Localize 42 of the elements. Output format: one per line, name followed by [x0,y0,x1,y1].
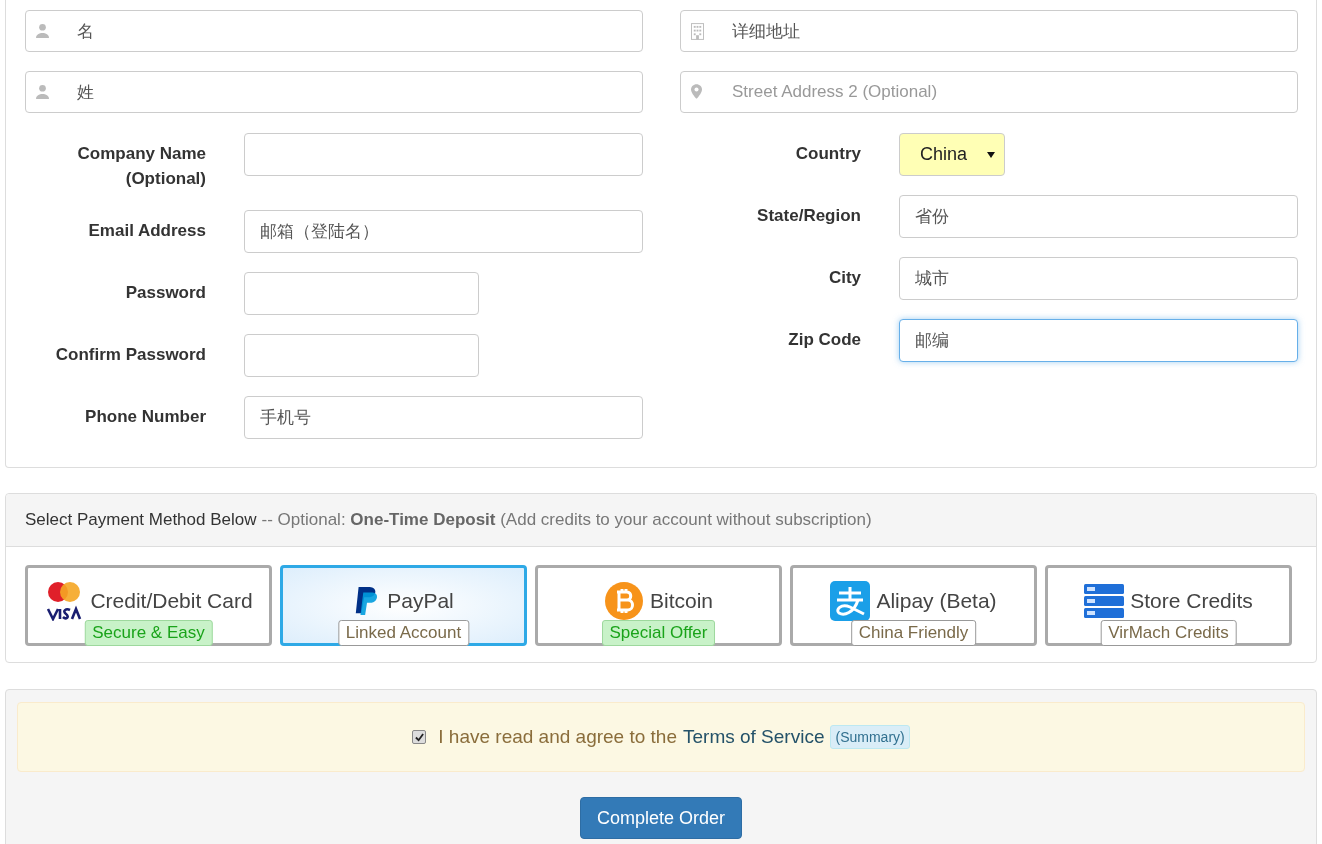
panel-note: -- Optional: One-Time Deposit (Add credits to your account without subscription) [261,510,872,530]
input-field[interactable] [244,272,479,315]
field-label: Confirm Password [54,344,206,366]
method-tag: Special Offer [601,620,716,646]
input-field[interactable] [244,334,479,377]
country-dropdown[interactable]: China [899,133,1005,176]
terms-link[interactable]: Terms of Service [683,726,825,748]
input-field[interactable]: 详细地址 [680,10,1298,52]
field-label: Phone Number [84,406,206,428]
method-tag: VirMach Credits [1100,620,1237,646]
field-label: Country [794,143,861,165]
alipay-logo-icon [830,581,871,621]
field-label: Password [124,282,206,304]
input-field[interactable] [244,133,643,176]
summary-link[interactable]: (Summary) [830,725,910,749]
terms-checkbox[interactable] [412,730,427,744]
input-field[interactable]: 名 [25,10,643,52]
field-label: State/Region [756,205,861,227]
person-icon [36,84,49,99]
terms-text: I have read and agree to the [438,726,677,748]
input-field[interactable]: 手机号 [244,396,643,439]
input-field[interactable]: 省份 [899,195,1298,238]
panel-heading: Select Payment Method Below [25,510,257,530]
input-field[interactable]: Street Address 2 (Optional) [680,71,1298,113]
complete-order-button[interactable]: Complete Order [579,797,743,839]
caret-icon [987,151,995,158]
input-field[interactable]: 邮编 [899,319,1298,362]
method-tag: Linked Account [337,620,470,646]
building-icon [691,23,704,40]
server-stack-icon [1084,583,1125,619]
method-tag: Secure & Easy [84,620,213,646]
field-label: Company Name (Optional) [76,143,206,190]
bitcoin-icon [604,581,644,621]
input-field[interactable]: 姓 [25,71,643,113]
field-label: Email Address [87,220,206,242]
method-tag: China Friendly [850,620,977,646]
input-field[interactable]: 城市 [899,257,1298,300]
field-label: Zip Code [787,329,861,351]
input-field[interactable]: 邮箱（登陆名） [244,210,643,253]
map-pin-icon [691,84,702,99]
person-icon [36,23,49,38]
field-label: City [827,267,861,289]
